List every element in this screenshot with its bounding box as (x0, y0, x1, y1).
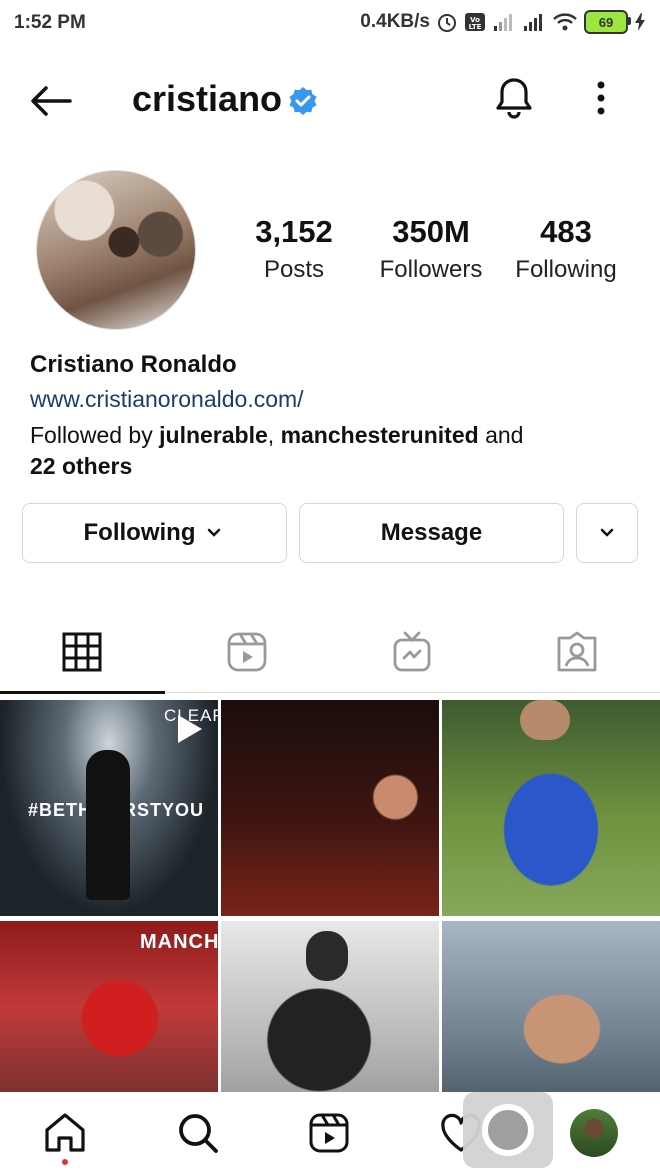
charging-icon (635, 13, 645, 31)
profile-username: cristiano (132, 78, 283, 119)
following-count: 483 (540, 214, 592, 249)
followed-by-separator: , (267, 422, 275, 448)
battery-icon: 69 (584, 10, 631, 34)
followed-by-text[interactable]: Followed by julnerable, manchesterunited… (30, 420, 630, 482)
posts-count: 3,152 (255, 214, 333, 249)
followed-by-user[interactable]: manchesterunited (281, 422, 479, 448)
video-play-icon (178, 715, 202, 743)
reels-icon[interactable] (225, 630, 269, 674)
followers-stat[interactable]: 350M Followers (366, 214, 496, 284)
posts-stat[interactable]: 3,152 Posts (229, 214, 359, 284)
post-figure (306, 931, 348, 981)
posts-label: Posts (263, 256, 325, 283)
wifi-icon (553, 13, 577, 31)
post-thumbnail[interactable] (221, 700, 439, 916)
active-tab-indicator (0, 691, 165, 694)
status-indicators: 0.4KB/s Vo LTE 69 (360, 10, 646, 34)
bell-icon[interactable] (490, 74, 538, 122)
post-figure (520, 700, 570, 740)
volte-icon: VoLTE (465, 13, 485, 31)
post-figure (86, 750, 130, 900)
followed-by-prefix: Followed by (30, 422, 153, 448)
assistive-touch-button[interactable] (463, 1092, 553, 1168)
message-button-label: Message (380, 519, 483, 546)
back-arrow-icon[interactable] (26, 76, 76, 126)
following-button-label: Following (83, 519, 196, 546)
post-banner-text: MANCH (140, 931, 218, 953)
chevron-down-icon (208, 528, 221, 537)
post-thumbnail[interactable] (442, 700, 660, 916)
tagged-user-icon[interactable] (555, 630, 599, 674)
full-name: Cristiano Ronaldo (30, 351, 237, 378)
search-icon[interactable] (175, 1110, 221, 1156)
signal-icon-sim1 (494, 14, 512, 31)
message-button[interactable]: Message (299, 503, 564, 563)
status-time: 1:52 PM (14, 12, 86, 33)
verified-badge-icon (289, 87, 317, 115)
assistive-touch-icon (482, 1104, 534, 1156)
more-vertical-icon[interactable] (584, 76, 618, 122)
svg-text:LTE: LTE (469, 23, 482, 31)
alarm-icon (438, 14, 456, 32)
signal-icon-sim2 (524, 14, 542, 31)
following-label: Following (515, 256, 617, 283)
followers-label: Followers (379, 256, 483, 283)
grid-icon[interactable] (60, 630, 104, 674)
following-button[interactable]: Following (22, 503, 287, 563)
suggested-accounts-button[interactable] (576, 503, 638, 563)
profile-avatar-nav[interactable] (570, 1109, 618, 1157)
igtv-icon[interactable] (390, 630, 434, 674)
website-link[interactable]: www.cristianoronaldo.com/ (30, 386, 304, 413)
home-icon[interactable] (42, 1110, 88, 1156)
chevron-down-icon (600, 528, 614, 537)
followed-by-user[interactable]: julnerable (159, 422, 268, 448)
active-tab-dot (62, 1159, 68, 1165)
profile-avatar[interactable] (36, 170, 196, 330)
followers-count: 350M (392, 214, 470, 249)
followed-by-and: and (485, 422, 524, 448)
post-thumbnail[interactable]: CLEAR #BETHEFIRSTYOU (0, 700, 218, 916)
following-stat[interactable]: 483 Following (501, 214, 631, 284)
followed-by-others[interactable]: 22 others (30, 453, 132, 479)
status-bar: 1:52 PM 0.4KB/s Vo LTE 69 (0, 0, 660, 46)
reels-icon[interactable] (306, 1110, 352, 1156)
net-speed: 0.4KB/s (360, 11, 430, 32)
